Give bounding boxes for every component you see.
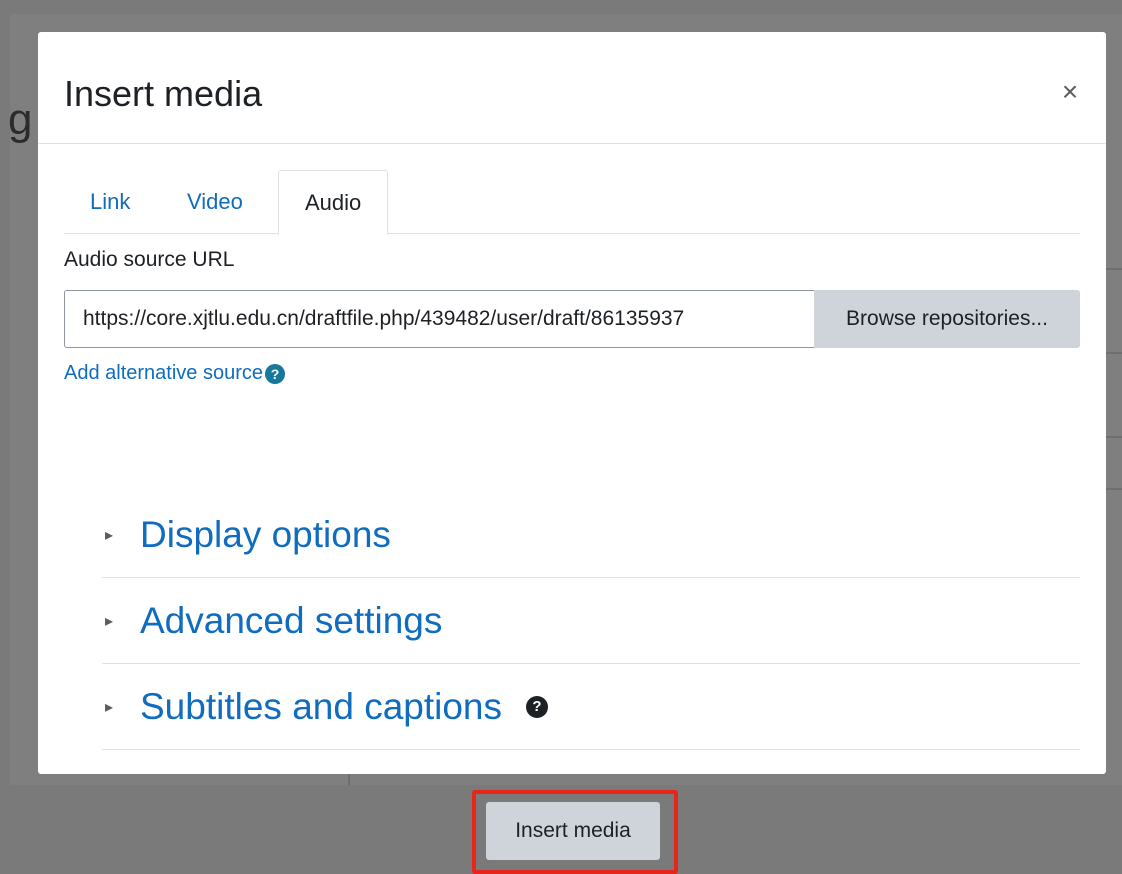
advanced-settings-section: ▸ Advanced settings	[102, 578, 1080, 664]
close-icon: ×	[1061, 76, 1079, 107]
subtitles-captions-toggle[interactable]: Subtitles and captions ?	[102, 664, 549, 749]
background-divider	[1106, 436, 1122, 438]
insert-media-button[interactable]: Insert media	[486, 802, 660, 860]
background-divider	[1106, 488, 1122, 490]
display-options-toggle[interactable]: Display options	[102, 492, 391, 577]
add-alternative-source-link[interactable]: Add alternative source ?	[64, 362, 286, 385]
section-title: Advanced settings	[140, 599, 443, 641]
tab-video[interactable]: Video	[187, 170, 243, 234]
browse-repositories-button[interactable]: Browse repositories...	[814, 290, 1080, 348]
background-divider	[1106, 352, 1122, 354]
insert-media-highlight: Insert media	[472, 790, 678, 874]
tab-audio[interactable]: Audio	[278, 170, 389, 235]
audio-source-group: Browse repositories...	[64, 290, 1080, 348]
close-button[interactable]: ×	[1056, 78, 1084, 106]
insert-media-dialog: Insert media × Link Video Audio Audio so…	[38, 32, 1106, 874]
audio-source-url-input[interactable]	[64, 290, 814, 348]
section-title: Subtitles and captions	[140, 685, 503, 727]
audio-source-label: Audio source URL	[64, 248, 235, 271]
tab-link[interactable]: Link	[90, 170, 130, 234]
section-title: Display options	[140, 513, 391, 555]
display-options-section: ▸ Display options	[102, 492, 1080, 578]
dialog-header: Insert media ×	[38, 32, 1106, 144]
background-divider	[348, 774, 350, 785]
background-divider	[1106, 268, 1122, 270]
media-type-tabs: Link Video Audio	[64, 170, 1080, 235]
subtitles-captions-section: ▸ Subtitles and captions ?	[102, 664, 1080, 750]
advanced-settings-toggle[interactable]: Advanced settings	[102, 578, 442, 663]
background-text: g	[8, 95, 33, 144]
dialog-title: Insert media	[64, 73, 263, 114]
add-alternative-source-label: Add alternative source	[64, 362, 264, 384]
help-icon[interactable]: ?	[526, 695, 549, 718]
help-icon[interactable]: ?	[265, 363, 286, 384]
